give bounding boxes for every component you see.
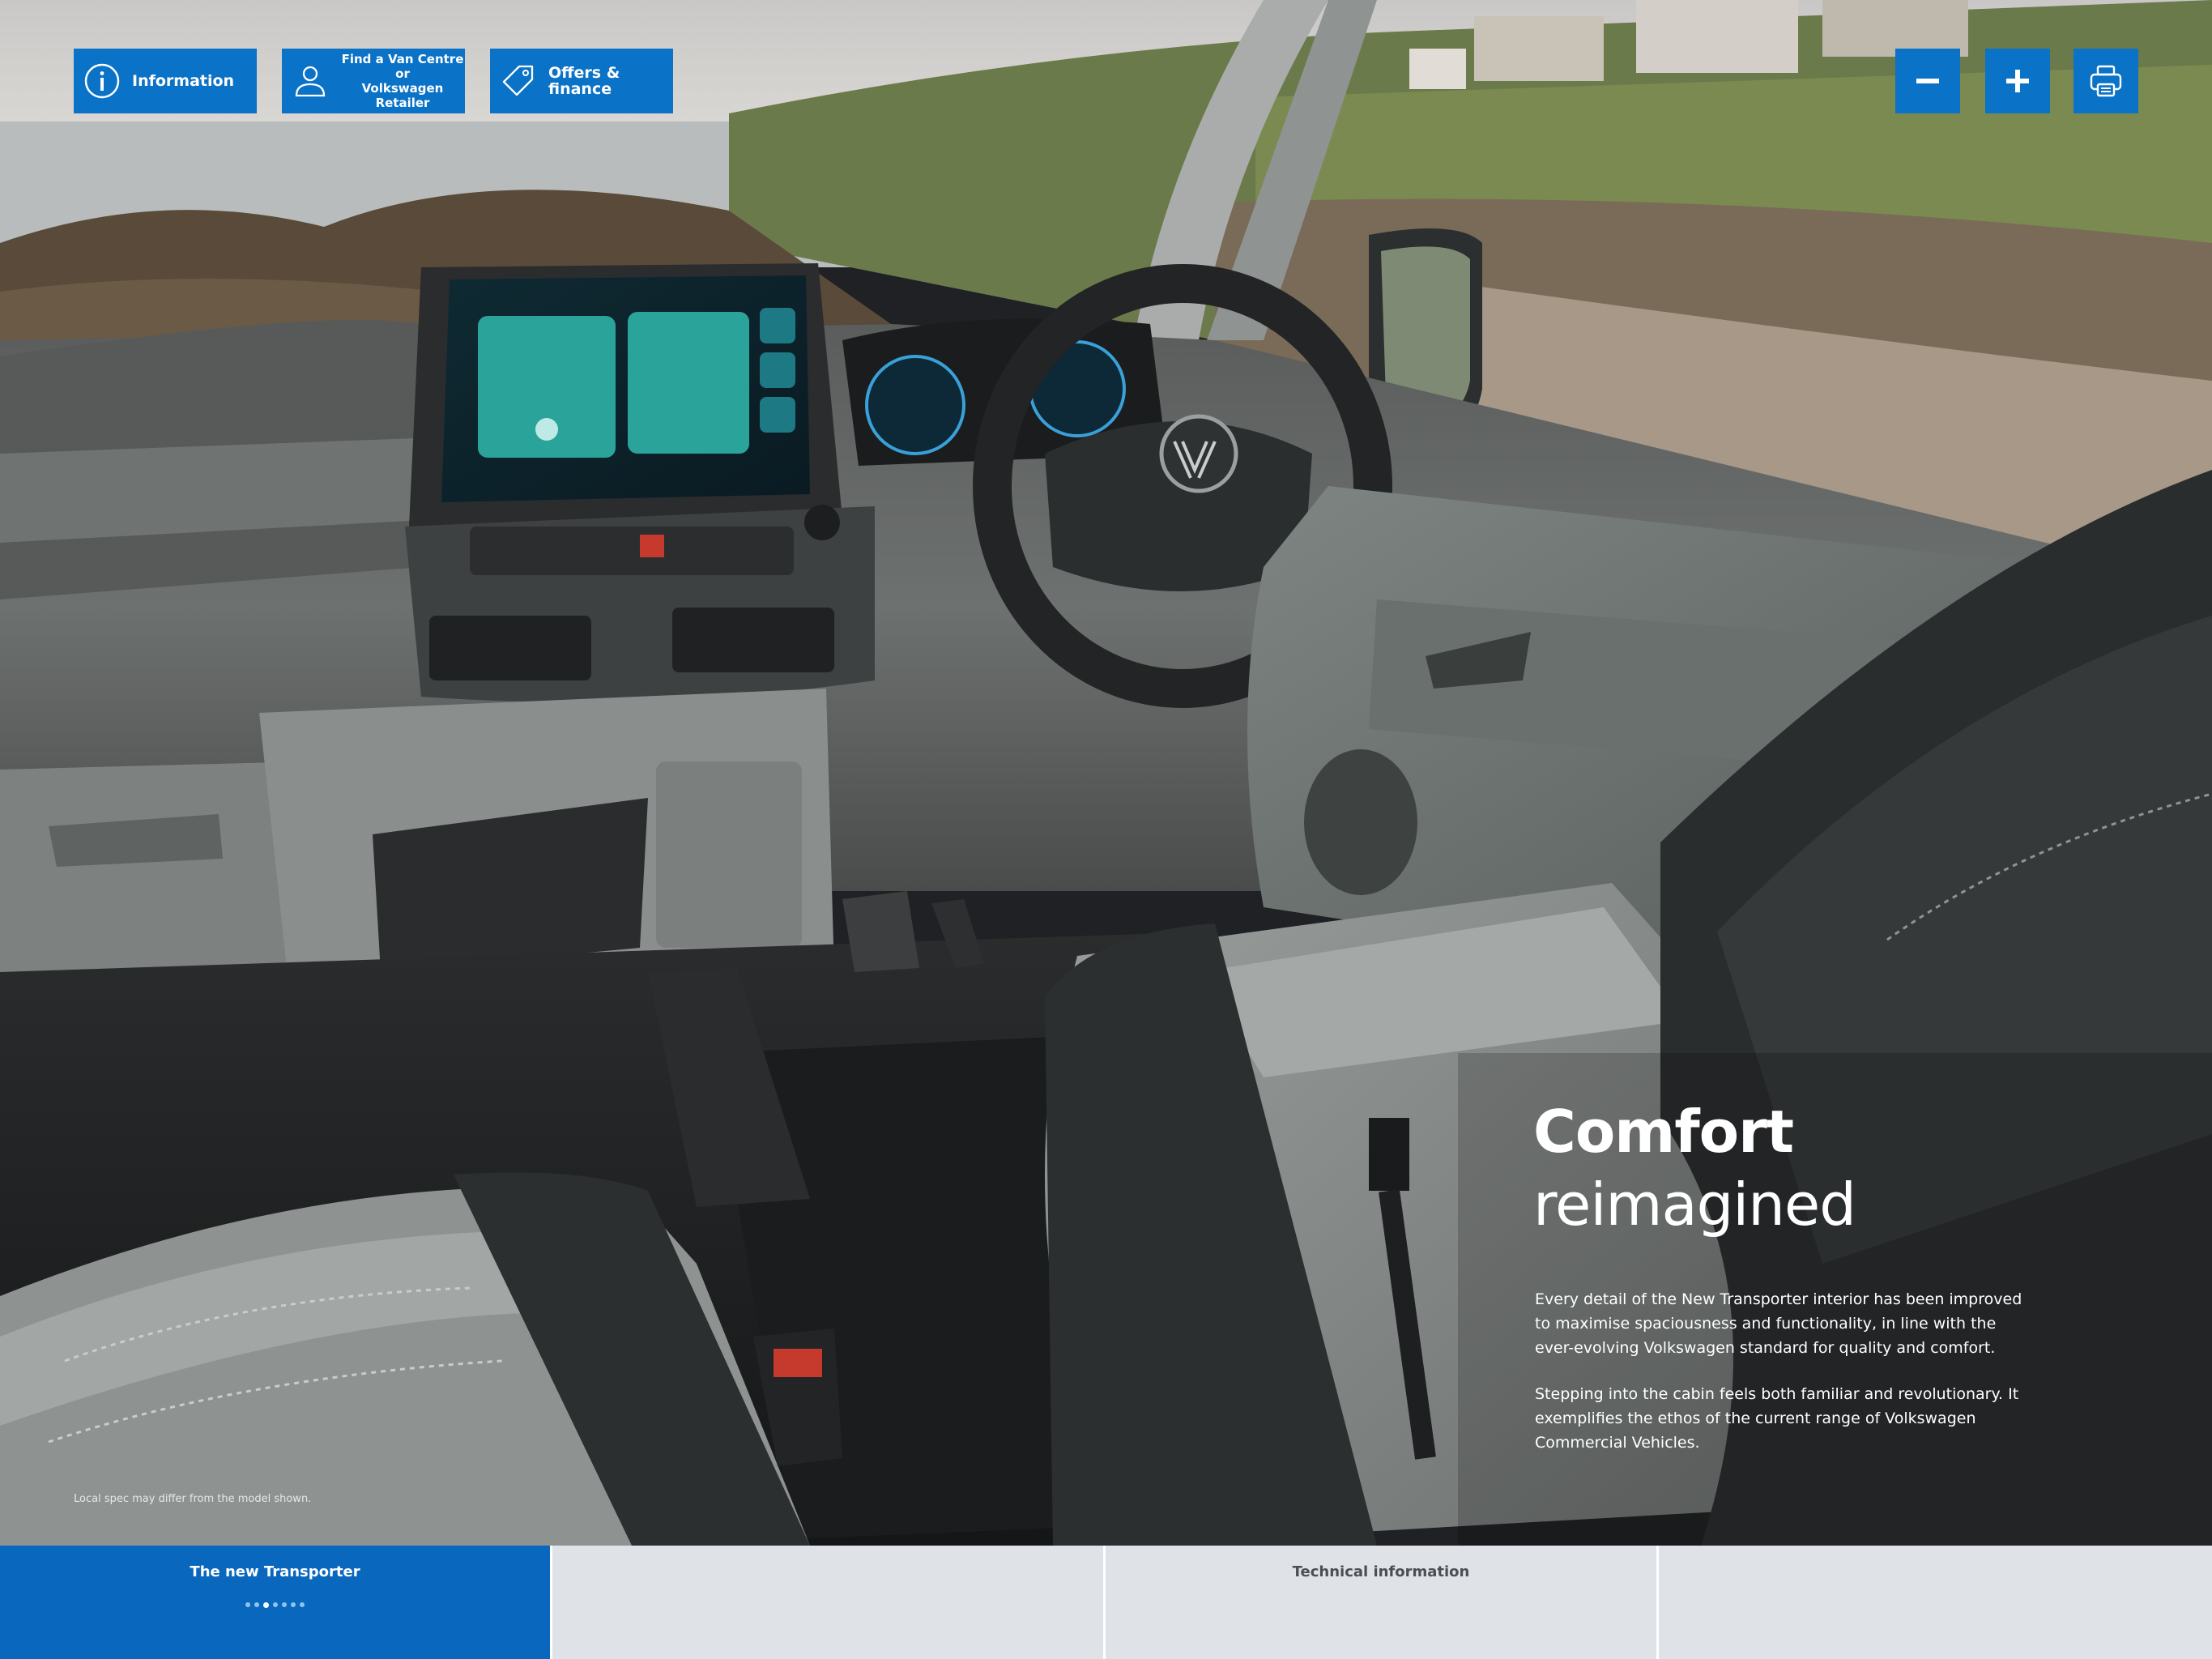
page-dot[interactable] <box>291 1602 296 1607</box>
print-button[interactable] <box>2073 49 2138 113</box>
offers-finance-label: Offers & finance <box>548 64 620 98</box>
body-paragraph-1: Every detail of the New Transporter inte… <box>1535 1290 2022 1357</box>
page-title: Comfort <box>1533 1098 1794 1166</box>
page-dot[interactable] <box>273 1602 278 1607</box>
zoom-in-button[interactable] <box>1985 49 2050 113</box>
find-van-centre-label: Find a Van Centre or Volkswagen Retailer <box>340 52 465 110</box>
page-dots <box>0 1601 550 1608</box>
page-dot[interactable] <box>300 1602 305 1607</box>
price-tag-icon <box>502 65 534 96</box>
tab-technical-information[interactable]: Technical information <box>1106 1546 1659 1659</box>
bottom-navigation: The new Transporter Technical informatio… <box>0 1546 2212 1659</box>
tab-section-4[interactable] <box>1659 1546 2212 1659</box>
zoom-out-button[interactable] <box>1895 49 1960 113</box>
information-label: Information <box>132 72 235 90</box>
page-dot[interactable] <box>245 1602 250 1607</box>
find-label-line2: Volkswagen Retailer <box>361 81 444 110</box>
disclaimer-text: Local spec may differ from the model sho… <box>74 1493 312 1505</box>
printer-icon <box>2090 65 2122 97</box>
page-dot[interactable] <box>282 1602 287 1607</box>
tab-label: The new Transporter <box>190 1563 360 1580</box>
find-label-line1: Find a Van Centre or <box>341 52 464 81</box>
tab-label: Technical information <box>1292 1563 1470 1580</box>
person-icon <box>295 66 326 97</box>
information-button[interactable]: Information <box>74 49 257 113</box>
page-dot-current[interactable] <box>263 1601 269 1608</box>
plus-icon <box>2006 70 2029 92</box>
offers-finance-button[interactable]: Offers & finance <box>490 49 673 113</box>
tab-section-2[interactable] <box>552 1546 1106 1659</box>
page-subtitle: reimagined <box>1533 1171 1856 1239</box>
find-van-centre-button[interactable]: Find a Van Centre or Volkswagen Retailer <box>282 49 465 113</box>
page-dot[interactable] <box>254 1602 259 1607</box>
minus-icon <box>1916 79 1939 83</box>
body-paragraph-2: Stepping into the cabin feels both famil… <box>1535 1385 2019 1452</box>
info-icon <box>84 63 120 99</box>
tab-the-new-transporter[interactable]: The new Transporter <box>0 1546 552 1659</box>
